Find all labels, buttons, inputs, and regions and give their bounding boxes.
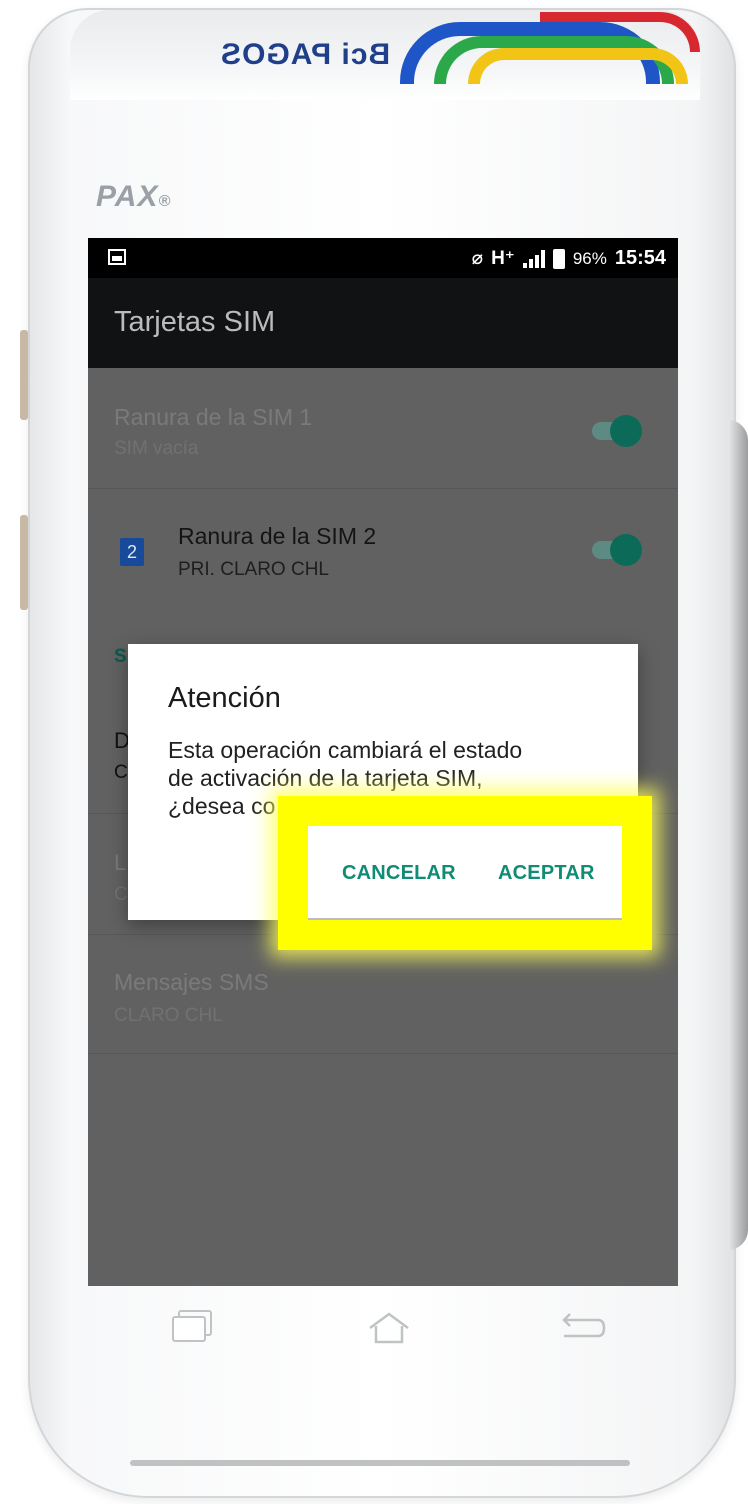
image-icon	[108, 249, 126, 265]
sim-slot-1-title: Ranura de la SIM 1	[114, 404, 313, 430]
terminal-bottom-lip	[130, 1460, 630, 1466]
cancel-button[interactable]: CANCELAR	[342, 862, 456, 885]
section-header: S	[114, 646, 127, 667]
battery-icon	[552, 248, 565, 269]
sms-sim-row[interactable]: Mensajes SMS CLARO CHL	[88, 935, 678, 1054]
toggle-thumb	[610, 415, 642, 447]
recents-icon[interactable]	[172, 1310, 212, 1342]
sim-slot-1-subtitle: SIM vacía	[114, 438, 199, 459]
dialog-message-line-1: Esta operación cambiará el estado	[168, 737, 523, 763]
accept-button[interactable]: ACEPTAR	[498, 862, 595, 885]
battery-percent: 96%	[572, 248, 607, 268]
sms-row-title: Mensajes SMS	[114, 969, 269, 995]
pax-logo-text: PAX	[96, 180, 159, 213]
signal-icon	[522, 249, 545, 268]
side-button-bottom[interactable]	[20, 515, 28, 610]
sim-slot-2-title: Ranura de la SIM 2	[178, 523, 377, 549]
status-bar: ⌀ H⁺ 96% 15:54	[88, 238, 678, 278]
brand-stripe-red	[540, 12, 700, 52]
page-title: Tarjetas SIM	[114, 306, 276, 338]
app-bar: Tarjetas SIM	[88, 278, 678, 368]
clock: 15:54	[614, 247, 666, 269]
no-sim-icon: ⌀	[471, 248, 484, 269]
sim-slot-2-subtitle: PRI. CLARO CHL	[178, 559, 329, 580]
network-type: H⁺	[491, 248, 515, 269]
dialog-button-bar: CANCELAR ACEPTAR	[308, 826, 622, 920]
side-button-top[interactable]	[20, 330, 28, 420]
home-icon[interactable]	[366, 1310, 412, 1346]
sim-slot-1-row[interactable]: Ranura de la SIM 1 SIM vacía	[88, 368, 678, 489]
pax-logo: PAX®	[96, 180, 172, 213]
sim-slot-1-toggle[interactable]	[586, 412, 642, 448]
brand-stripe-yellow	[468, 48, 688, 84]
back-icon-svg	[562, 1313, 606, 1338]
home-icon-svg	[369, 1312, 409, 1344]
terminal-right-edge	[728, 420, 748, 1250]
dialog-message-line-2: de activación de la tarjeta SIM,	[168, 765, 483, 791]
sim-card-icon: 2	[120, 538, 144, 566]
brand-logo-text: Bci PAGOS	[220, 38, 391, 71]
toggle-thumb	[610, 534, 642, 566]
dialog-title: Atención	[168, 682, 281, 714]
sim-slot-2-toggle[interactable]	[586, 531, 642, 567]
back-icon[interactable]	[560, 1310, 606, 1346]
sms-row-subtitle: CLARO CHL	[114, 1005, 223, 1026]
sim-slot-2-row[interactable]: 2 Ranura de la SIM 2 PRI. CLARO CHL	[88, 489, 678, 607]
terminal-top-branding: Bci PAGOS	[70, 10, 700, 100]
status-right-group: ⌀ H⁺ 96% 15:54	[472, 247, 666, 270]
